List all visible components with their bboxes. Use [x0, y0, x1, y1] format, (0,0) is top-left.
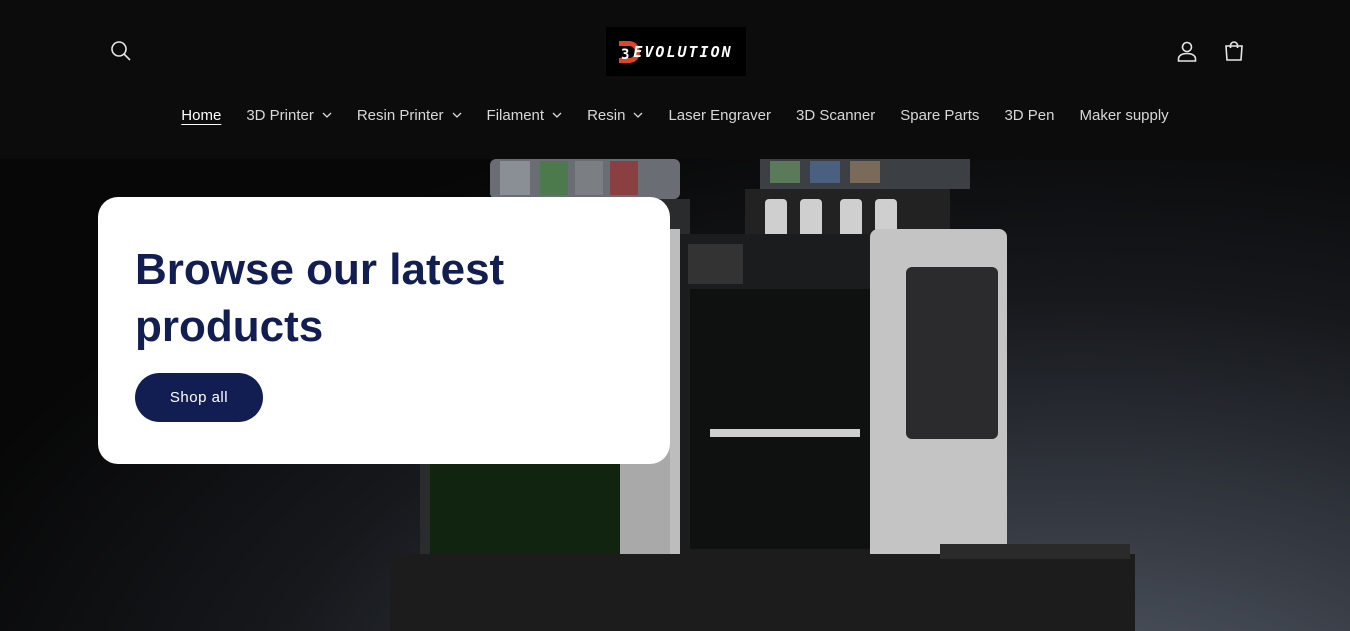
- nav-item-3d-scanner[interactable]: 3D Scanner: [784, 100, 888, 130]
- site-header: 3 EVOLUTION Home 3D Printer Resin Printe…: [0, 0, 1350, 159]
- search-icon: [111, 41, 131, 61]
- user-icon: [1177, 41, 1197, 62]
- nav-item-resin-printer[interactable]: Resin Printer: [344, 100, 474, 130]
- nav-item-resin[interactable]: Resin: [575, 100, 656, 130]
- cart-button[interactable]: [1214, 31, 1254, 71]
- account-button[interactable]: [1167, 31, 1207, 71]
- nav-item-spare-parts[interactable]: Spare Parts: [888, 100, 992, 130]
- nav-item-filament[interactable]: Filament: [474, 100, 575, 130]
- nav-item-3d-printer[interactable]: 3D Printer: [234, 100, 345, 130]
- site-logo[interactable]: 3 EVOLUTION: [606, 27, 746, 76]
- search-button[interactable]: [101, 31, 141, 71]
- bag-icon: [1225, 41, 1243, 61]
- hero-heading: Browse our latest products: [135, 245, 505, 351]
- logo-text: EVOLUTION: [633, 42, 733, 61]
- nav-item-maker-supply[interactable]: Maker supply: [1067, 100, 1181, 130]
- shop-all-button[interactable]: Shop all: [135, 373, 263, 422]
- hero-card: Browse our latest products Shop all: [98, 197, 670, 464]
- main-nav: Home 3D Printer Resin Printer Filament R…: [0, 100, 1350, 130]
- chevron-down-icon: [633, 112, 643, 118]
- chevron-down-icon: [322, 112, 332, 118]
- chevron-down-icon: [452, 112, 462, 118]
- nav-item-home[interactable]: Home: [169, 100, 234, 130]
- nav-item-3d-pen[interactable]: 3D Pen: [992, 100, 1067, 130]
- nav-item-laser-engraver[interactable]: Laser Engraver: [656, 100, 784, 130]
- chevron-down-icon: [552, 112, 562, 118]
- svg-text:3: 3: [621, 47, 629, 63]
